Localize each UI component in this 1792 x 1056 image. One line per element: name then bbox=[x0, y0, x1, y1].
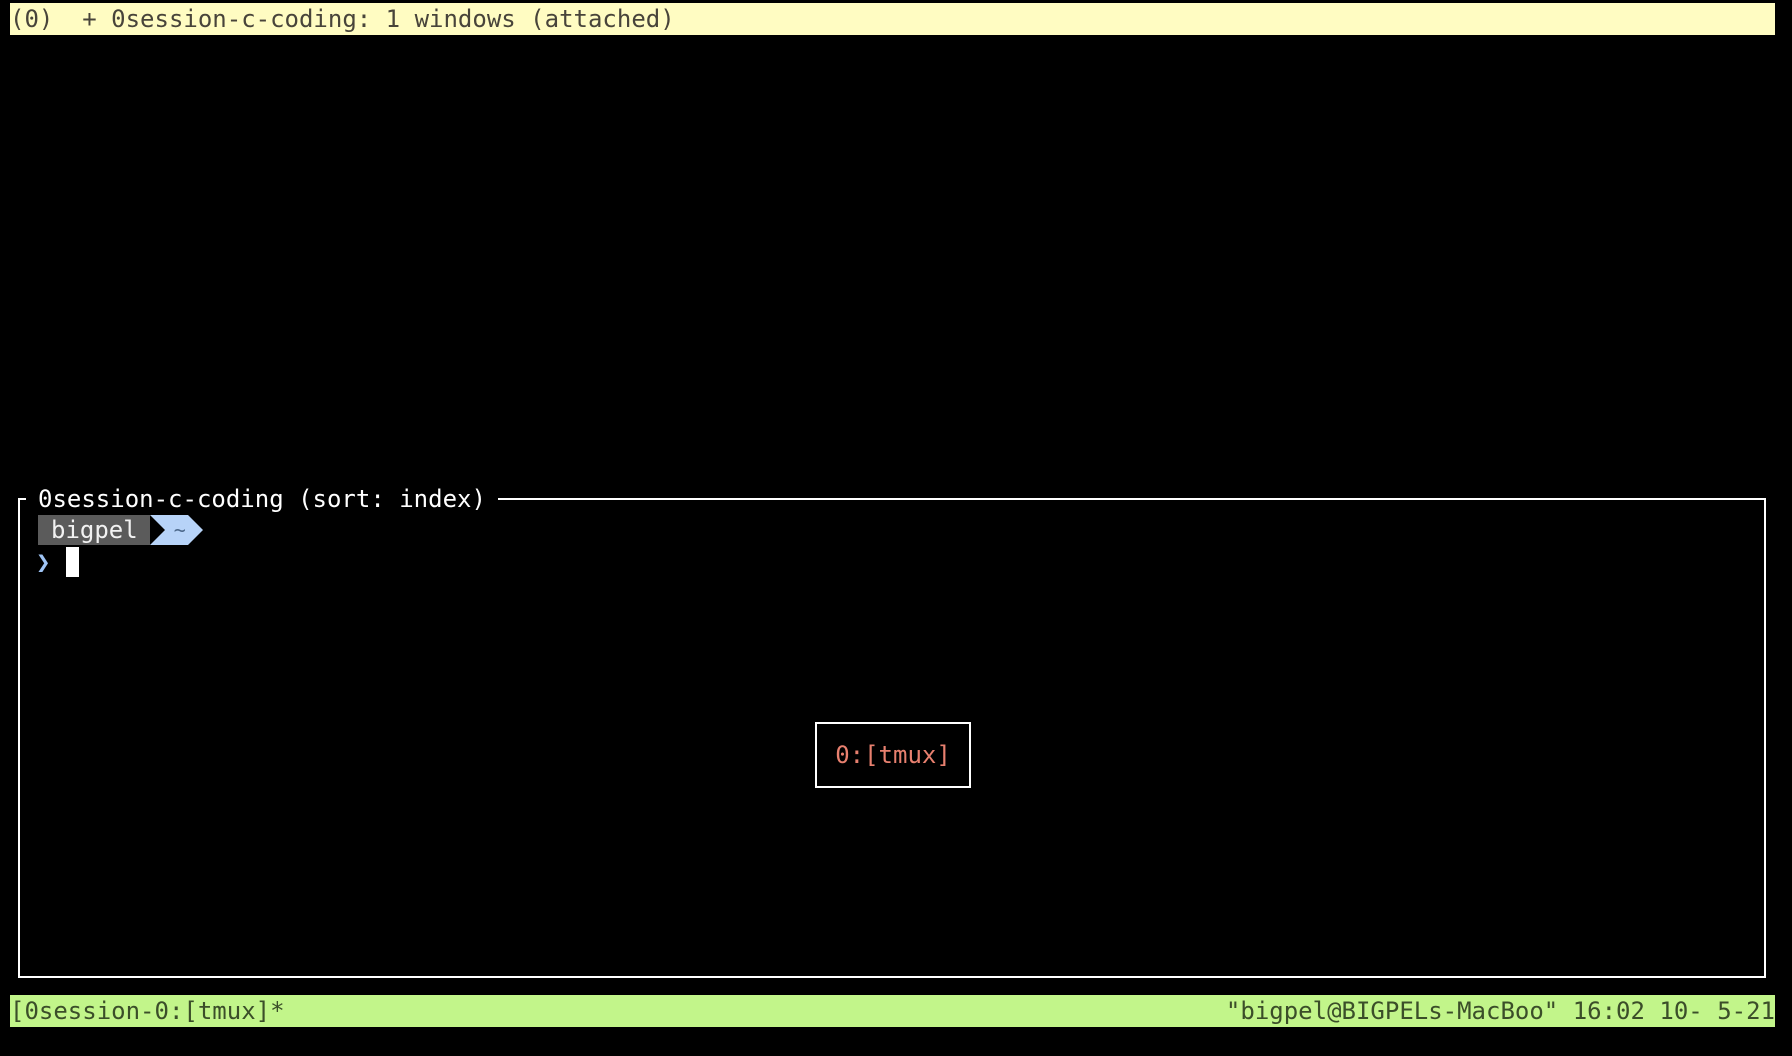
prompt-directory-segment: ~ bbox=[149, 515, 203, 545]
tmux-status-bar: [0session-0:[tmux]* "bigpel@BIGPELs-MacB… bbox=[10, 995, 1775, 1027]
prompt-directory-label: ~ bbox=[164, 515, 188, 545]
command-input-line[interactable]: ❯ bbox=[36, 546, 79, 578]
prompt-chevron-icon: ❯ bbox=[36, 548, 51, 576]
shell-prompt: bigpel ~ bbox=[38, 515, 203, 545]
session-tree-header[interactable]: (0) + 0session-c-coding: 1 windows (atta… bbox=[10, 3, 1775, 35]
preview-pane-title: 0session-c-coding (sort: index) bbox=[26, 483, 498, 515]
window-label: 0:[tmux] bbox=[835, 741, 951, 769]
terminal-cursor bbox=[66, 547, 79, 577]
powerline-separator-icon bbox=[149, 515, 165, 545]
window-label-overlay: 0:[tmux] bbox=[815, 722, 971, 788]
prompt-user-segment: bigpel bbox=[38, 515, 150, 545]
status-window-list[interactable]: [0session-0:[tmux]* bbox=[10, 995, 285, 1027]
status-host-time: "bigpel@BIGPELs-MacBoo" 16:02 10- 5-21 bbox=[1225, 997, 1775, 1025]
powerline-arrow-icon bbox=[187, 515, 203, 545]
